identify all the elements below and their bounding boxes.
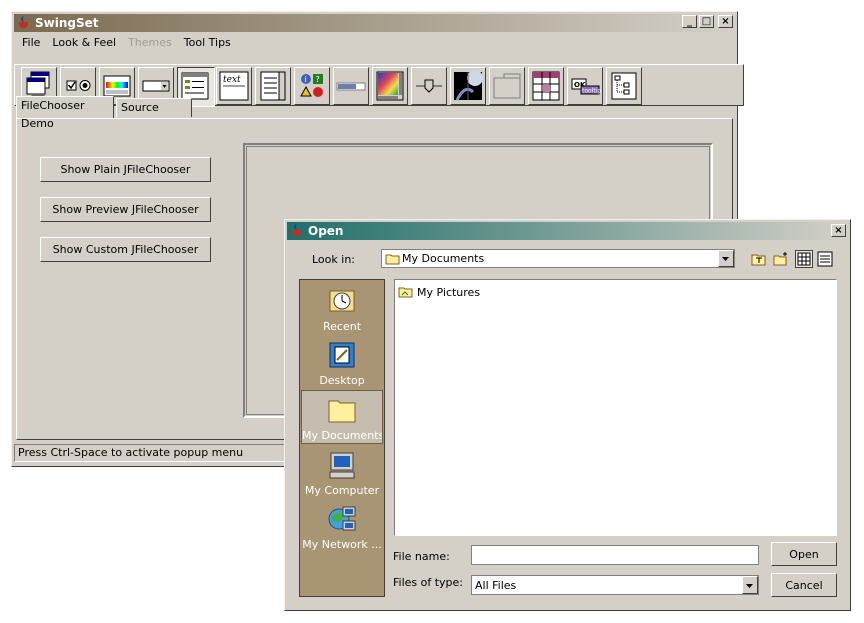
look-in-dropdown-button[interactable] [718,250,734,267]
close-button[interactable]: × [718,15,733,28]
folder-icon [385,254,400,265]
list-view-icon[interactable] [795,250,813,268]
open-dialog: Open × Look in: My Documents Recent Desk… [284,219,851,611]
file-name-field[interactable] [471,545,759,565]
window-title: SwingSet [35,16,99,30]
cancel-button[interactable]: Cancel [771,573,837,597]
places-my-documents[interactable]: My Documents [301,390,383,444]
look-in-label: Look in: [312,253,355,266]
places-my-documents-label: My Documents [302,429,382,442]
look-in-combobox[interactable]: My Documents [381,249,735,268]
file-type-label: Files of type: [393,576,464,589]
places-my-computer[interactable]: My Computer [302,446,382,498]
dialog-title: Open [308,224,344,238]
places-my-computer-label: My Computer [304,484,380,497]
up-folder-icon[interactable] [751,251,767,267]
show-custom-filechooser-button[interactable]: Show Custom JFileChooser [40,237,211,262]
places-desktop-label: Desktop [319,374,365,387]
places-my-network[interactable]: My Network ... [302,500,382,552]
svg-text:?: ? [316,75,320,84]
menu-tool-tips[interactable]: Tool Tips [178,34,237,52]
places-bar: Recent Desktop My Documents My Computer … [299,279,385,597]
minimize-button[interactable]: _ [682,15,697,28]
file-type-combobox[interactable]: All Files [471,575,759,595]
tab-filechooser-demo[interactable]: FileChooser Demo [16,96,114,130]
places-my-network-label: My Network ... [302,538,382,551]
title-bar[interactable]: SwingSet _ □ × [14,14,735,32]
new-folder-icon[interactable] [773,251,789,267]
file-list[interactable]: My Pictures [394,279,837,536]
dialog-title-bar[interactable]: Open × [287,222,848,240]
open-button[interactable]: Open [771,542,837,566]
status-text: Press Ctrl-Space to activate popup menu [18,446,244,459]
network-icon [328,506,356,531]
java-cup-icon [17,16,31,30]
folder-pictures-icon [398,287,413,298]
places-recent[interactable]: Recent [302,282,382,334]
file-type-dropdown-button[interactable] [742,576,758,594]
menu-file[interactable]: File [16,34,46,52]
maximize-button[interactable]: □ [699,15,714,28]
tab-strip: FileChooser Demo Source Code [16,96,736,132]
recent-icon [329,290,355,312]
look-in-value: My Documents [402,252,485,265]
computer-icon [329,452,355,479]
show-preview-filechooser-button[interactable]: Show Preview JFileChooser [40,197,211,222]
list-item[interactable]: My Pictures [398,284,480,300]
list-item-label: My Pictures [417,285,481,299]
svg-text:i: i [305,75,307,84]
places-recent-label: Recent [322,320,362,333]
show-plain-filechooser-button[interactable]: Show Plain JFileChooser [40,157,211,182]
menu-bar: File Look & Feel Themes Tool Tips [16,34,237,52]
editor-pane-text-label: text [223,75,241,85]
folder-icon [328,400,356,423]
tab-source-code[interactable]: Source Code [116,98,192,132]
places-desktop[interactable]: Desktop [302,336,382,388]
chevron-down-icon [722,257,729,261]
menu-look-and-feel[interactable]: Look & Feel [46,34,122,52]
details-view-icon[interactable] [817,251,833,267]
dialog-close-button[interactable]: × [831,224,846,237]
desktop-icon [329,342,355,368]
file-type-value: All Files [475,579,517,592]
tooltip-icon-label: tooltip [582,88,601,95]
menu-themes: Themes [128,36,172,49]
java-cup-icon [290,224,304,238]
file-name-label: File name: [393,550,450,563]
chevron-down-icon [746,584,753,588]
